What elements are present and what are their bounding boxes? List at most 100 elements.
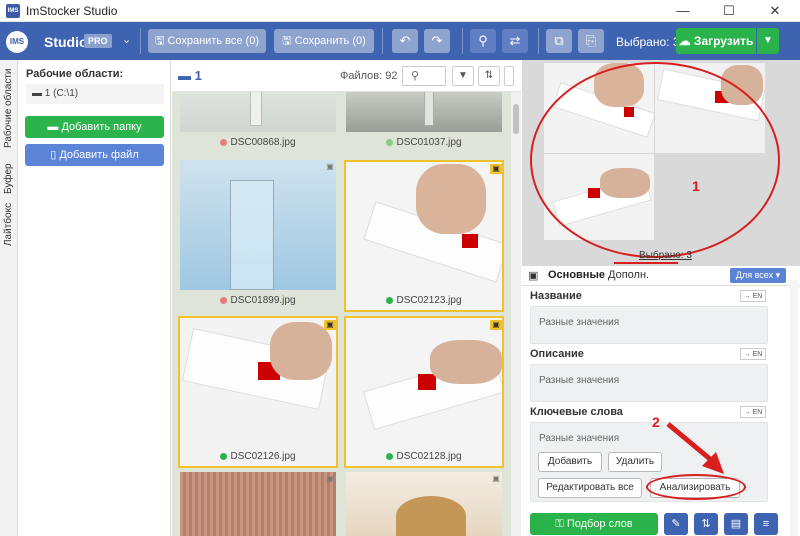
thumbnail-caption: DSC02128.jpg	[344, 448, 504, 466]
translate-en-button[interactable]: → EN	[740, 290, 766, 302]
tab-buffer-label: Буфер	[3, 163, 14, 194]
details-panel: 1 Выбрано: 3 ▣ Основные Дополн. Для всех…	[522, 60, 800, 536]
save-all-button[interactable]: 🖫 Сохранить все (0)	[148, 29, 266, 53]
camera-icon: ▣	[490, 320, 502, 330]
file-plus-icon: ▯	[50, 149, 60, 161]
upload-button[interactable]: ☁ Загрузить	[676, 28, 756, 54]
divider	[462, 28, 463, 54]
remove-keyword-button[interactable]: Удалить	[608, 452, 662, 472]
key-icon: ⚿	[555, 518, 567, 530]
annotation-number-1: 1	[692, 178, 700, 194]
thumbnail-name: DSC01037.jpg	[396, 137, 462, 148]
keywords-field-label: Ключевые слова	[530, 406, 623, 418]
upload-dropdown-button[interactable]: ▼	[757, 28, 779, 54]
save-label: Сохранить (0)	[294, 35, 366, 47]
glass-shape	[424, 92, 434, 126]
thumbnail-image-selected[interactable]: ▣	[344, 160, 504, 312]
tab-workspaces-label: Рабочие области	[3, 68, 14, 148]
selected-count: Выбрано: 3	[616, 35, 680, 49]
save-icon: 🖫	[155, 35, 168, 47]
annotation-underline	[614, 262, 678, 264]
title-field-label: Название	[530, 290, 582, 302]
camera-icon: ▣	[326, 474, 334, 483]
thumbnail-image[interactable]	[346, 92, 502, 132]
undo-icon[interactable]: ↶	[392, 29, 418, 53]
search-input[interactable]: ⚲	[402, 66, 446, 86]
status-dot	[220, 452, 228, 460]
document-icon[interactable]: ▤	[724, 513, 748, 535]
glass-shape	[230, 180, 274, 290]
status-dot	[386, 452, 394, 460]
tab-more[interactable]: Дополн.	[608, 269, 649, 281]
more-button[interactable]	[504, 66, 514, 86]
divider	[140, 28, 141, 54]
keyword-match-button[interactable]: ⚿ Подбор слов	[530, 513, 658, 535]
cloud-upload-icon: ☁	[678, 34, 694, 48]
add-folder-label: Добавить папку	[61, 121, 142, 133]
binoculars-icon[interactable]: ⚲	[470, 29, 496, 53]
sort-icon[interactable]: ⇅	[478, 66, 500, 86]
description-field-value: Разные значения	[539, 375, 620, 386]
translate-en-button[interactable]: → EN	[740, 348, 766, 360]
gallery-scrollbar[interactable]	[511, 92, 521, 536]
gallery-scrollbar-thumb[interactable]	[513, 104, 519, 134]
thumbnail-image-selected[interactable]: ▣	[178, 316, 338, 468]
details-scrollbar[interactable]	[790, 280, 798, 536]
status-dot	[220, 296, 228, 304]
tab-main[interactable]: Основные	[548, 269, 605, 281]
thumbnail-name: DSC02128.jpg	[396, 451, 462, 462]
close-button[interactable]: ✕	[752, 0, 798, 22]
pro-badge: PRO	[84, 34, 112, 48]
edit-all-button[interactable]: Редактировать все	[538, 478, 642, 498]
studio-label: Studio	[44, 34, 88, 50]
add-keyword-button[interactable]: Добавить	[538, 452, 602, 472]
thumbnail-image-selected[interactable]: ▣	[344, 316, 504, 468]
translate-icon[interactable]: ⇄	[502, 29, 528, 53]
workspaces-panel: Рабочие области: ▬ 1 (C:\1) ▬ Добавить п…	[19, 60, 171, 536]
title-field[interactable]: Разные значения	[530, 306, 768, 344]
thumbnail-image[interactable]: ▣	[180, 472, 336, 536]
paste-icon[interactable]: ⎘	[578, 29, 604, 53]
workspace-item-label: 1 (C:\1)	[44, 88, 79, 99]
logo-icon: IMS	[6, 31, 28, 53]
edit-icon[interactable]: ✎	[664, 513, 688, 535]
thumbnail-caption: DSC02126.jpg	[178, 448, 338, 466]
redo-icon[interactable]: ↷	[424, 29, 450, 53]
thumbnail-name: DSC00868.jpg	[230, 137, 296, 148]
thumbnail-image[interactable]: ▣	[180, 160, 336, 290]
status-dot	[220, 138, 228, 146]
gallery: ▬ 1 Файлов: 92 ⚲ ▼ ⇅ DSC00868.jpg DSC010…	[172, 60, 521, 536]
filter-icon[interactable]: ▼	[452, 66, 474, 86]
menu-icon[interactable]: ≡	[754, 513, 778, 535]
thumbnail-name: DSC02123.jpg	[396, 295, 462, 306]
copy-icon[interactable]: ⧉	[546, 29, 572, 53]
workspace-item[interactable]: ▬ 1 (C:\1)	[26, 84, 164, 104]
preview-area: 1 Выбрано: 3	[522, 60, 800, 266]
chevron-down-icon[interactable]: ⌄	[122, 33, 131, 46]
save-button[interactable]: 🖫 Сохранить (0)	[274, 29, 374, 53]
sort-keywords-icon[interactable]: ⇅	[694, 513, 718, 535]
thumbnail-name: DSC01899.jpg	[230, 295, 296, 306]
maximize-button[interactable]: ☐	[706, 0, 752, 22]
gallery-folder: ▬ 1	[178, 68, 202, 83]
thumbnail-image[interactable]: ▣	[346, 472, 502, 536]
minimize-button[interactable]: —	[660, 0, 706, 22]
files-count: Файлов: 92	[340, 70, 398, 82]
add-folder-button[interactable]: ▬ Добавить папку	[25, 116, 164, 138]
vertical-tabs: Рабочие области Буфер Лайтбокс	[0, 60, 18, 536]
thumbnail-caption: DSC00868.jpg	[178, 134, 338, 152]
thumbnail-image[interactable]	[180, 92, 336, 132]
switch-shape	[462, 234, 478, 248]
folder-plus-icon: ▬	[47, 121, 62, 133]
description-field[interactable]: Разные значения	[530, 364, 768, 402]
gallery-folder-label: 1	[194, 68, 202, 83]
folder-icon: ▬	[178, 68, 195, 83]
keyword-match-label: Подбор слов	[566, 518, 633, 530]
add-file-button[interactable]: ▯ Добавить файл	[25, 144, 164, 166]
hand-shape	[270, 322, 332, 380]
translate-en-button[interactable]: → EN	[740, 406, 766, 418]
apply-to-all-dropdown[interactable]: Для всех ▾	[730, 268, 786, 283]
camera-icon: ▣	[326, 162, 334, 171]
thumbnail-caption: DSC01037.jpg	[344, 134, 504, 152]
keywords-field-value: Разные значения	[539, 433, 620, 444]
